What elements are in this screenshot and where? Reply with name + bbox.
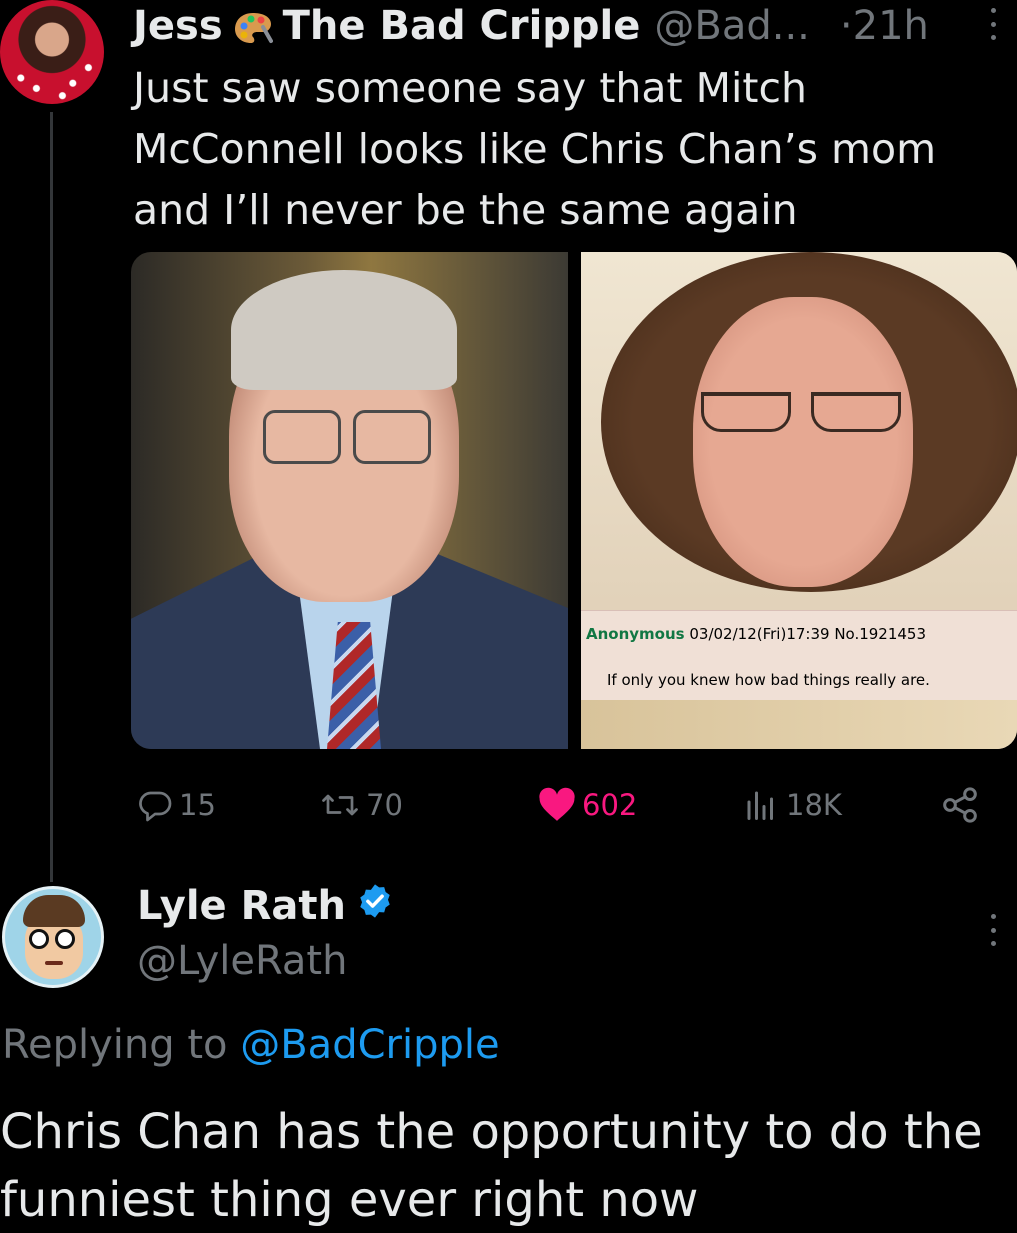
heart-icon: [538, 787, 576, 823]
imageboard-caption: Anonymous 03/02/12(Fri)17:39 No.1921453 …: [581, 610, 1017, 700]
retweet-count: 70: [366, 788, 403, 822]
tweet-actions: 15 70 602 18K: [133, 780, 993, 830]
reply-text: Chris Chan has the opportunity to do the…: [0, 1104, 983, 1228]
tweet-header: Jess The Bad Cripple @Bad... · 21h: [133, 0, 929, 52]
tweet-media[interactable]: Anonymous 03/02/12(Fri)17:39 No.1921453 …: [131, 252, 1017, 749]
reply-icon: [137, 787, 173, 823]
verified-badge-icon: [356, 882, 394, 930]
author-handle[interactable]: @Bad...: [654, 3, 810, 49]
reply-author-name[interactable]: Lyle Rath: [137, 882, 394, 930]
author-name-suffix[interactable]: The Bad Cripple: [283, 3, 641, 49]
analytics-icon: [742, 787, 780, 823]
avatar[interactable]: [2, 886, 104, 988]
caption-meta: 03/02/12(Fri)17:39 No.1921453: [689, 625, 927, 643]
reply-count: 15: [179, 788, 216, 822]
media-image-right[interactable]: Anonymous 03/02/12(Fri)17:39 No.1921453 …: [581, 252, 1017, 749]
separator-dot: ·: [839, 3, 853, 49]
caption-poster: Anonymous: [586, 625, 685, 643]
thread-connector-line: [50, 112, 53, 882]
share-icon: [940, 785, 980, 825]
reply-author-handle[interactable]: @LyleRath: [137, 938, 347, 984]
caption-message: If only you knew how bad things really a…: [607, 671, 930, 689]
more-vertical-icon[interactable]: [985, 910, 1001, 950]
media-image-left[interactable]: [131, 252, 568, 749]
timestamp[interactable]: 21h: [853, 3, 929, 49]
tweet-text: Just saw someone say that Mitch McConnel…: [133, 64, 937, 234]
reply-button[interactable]: 15: [137, 780, 216, 830]
replying-to: Replying to @BadCripple: [2, 1022, 500, 1068]
views-button[interactable]: 18K: [742, 780, 842, 830]
author-name[interactable]: Jess: [133, 3, 223, 49]
views-count: 18K: [786, 788, 842, 822]
like-button[interactable]: 602: [538, 780, 637, 830]
retweet-icon: [320, 787, 360, 823]
more-vertical-icon[interactable]: [985, 4, 1001, 44]
replying-to-link[interactable]: @BadCripple: [240, 1022, 499, 1068]
artist-palette-icon: [233, 9, 273, 43]
retweet-button[interactable]: 70: [320, 780, 403, 830]
avatar[interactable]: [0, 0, 104, 104]
like-count: 602: [582, 788, 638, 822]
reply-author-name-text[interactable]: Lyle Rath: [137, 883, 346, 929]
share-button[interactable]: [940, 780, 980, 830]
replying-to-prefix: Replying to: [2, 1022, 228, 1068]
